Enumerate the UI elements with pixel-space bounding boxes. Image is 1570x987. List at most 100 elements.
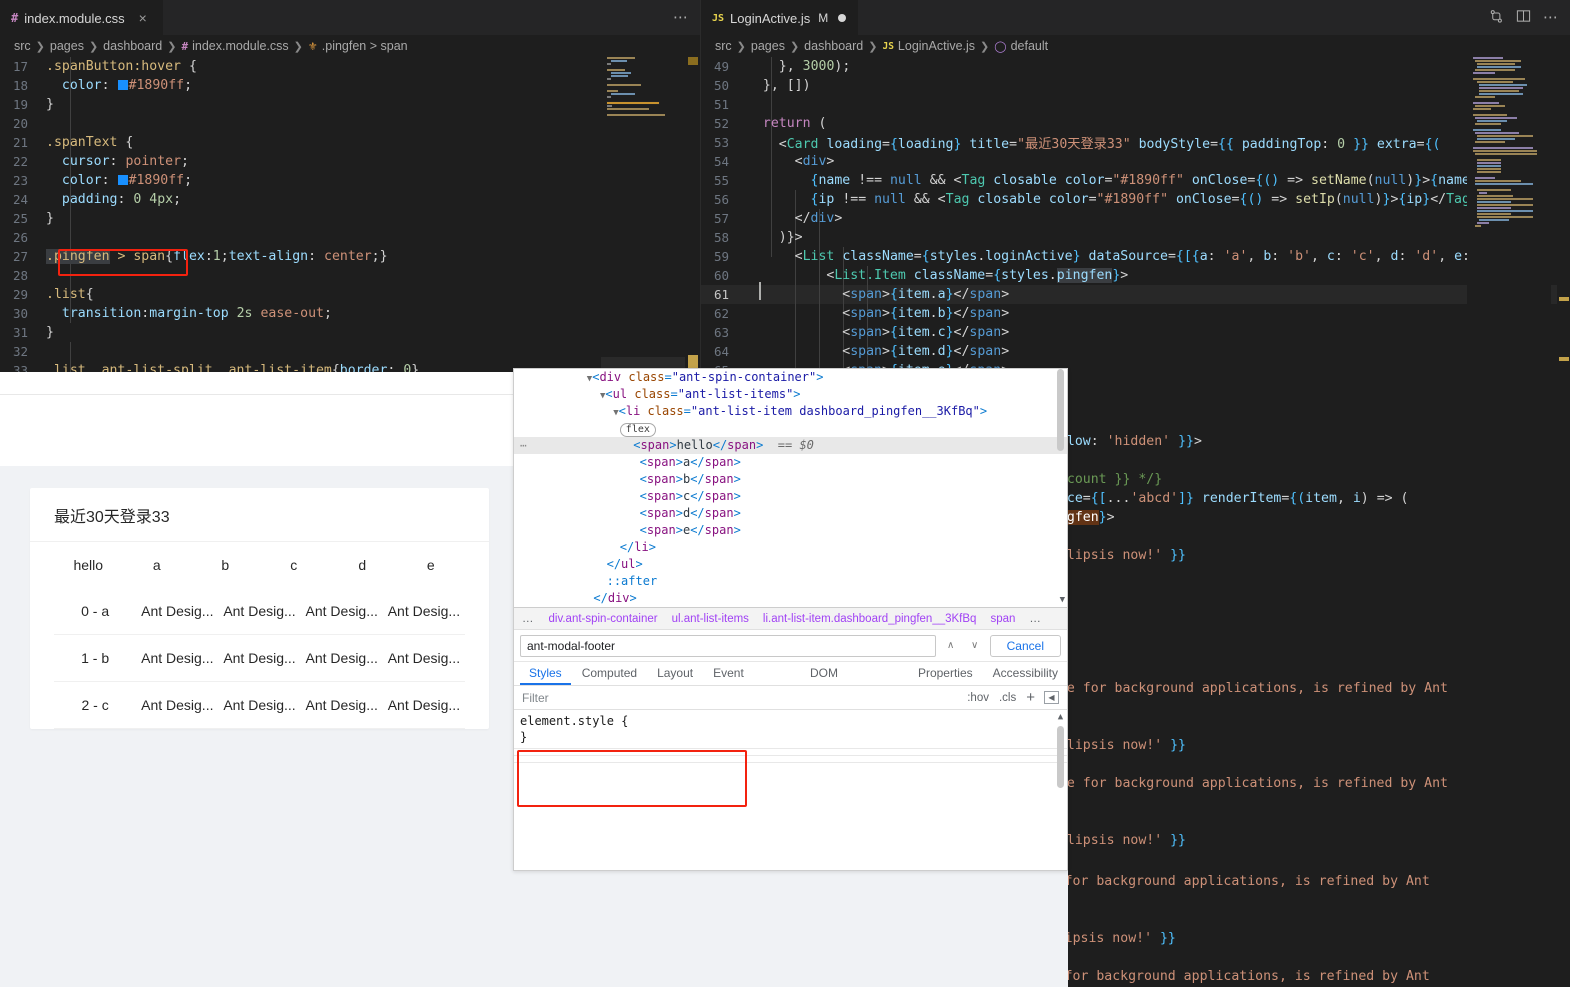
list-cell: Ant Desig... [223, 697, 296, 713]
css-declaration[interactable]: } [520, 729, 1067, 745]
force-state-button[interactable]: :hov [967, 692, 989, 704]
breadcrumb-item-src[interactable]: src [715, 39, 732, 53]
flex-badge[interactable]: flex [619, 423, 656, 437]
breadcrumb-item-dashboard[interactable]: dashboard [804, 39, 863, 53]
search-next-icon[interactable]: ∨ [966, 640, 984, 651]
code-line: 27 .pingfen > span{flex:1;text-align: cen… [0, 247, 700, 266]
code-lines-left: 17 .spanButton:hover {18 color: #1890ff; 1… [0, 57, 700, 380]
devtools-tab-computed[interactable]: Computed [573, 661, 646, 685]
code-line: 17 .spanButton:hover { [0, 57, 700, 76]
css-rule[interactable]: element.style {} [514, 710, 1067, 749]
code-text: <span>{item.a}</span> [842, 287, 1010, 302]
devtools-tab-accessibility[interactable]: Accessibility [984, 661, 1067, 685]
breadcrumb-item-symbol[interactable]: ◯ default [994, 39, 1048, 53]
toggle-computed-sidebar-icon[interactable]: ◀ [1044, 691, 1059, 704]
ant-card: 最近30天登录33 hello a b c d e 0 - a Ant Desig... Ant… [30, 488, 489, 729]
dom-tree-view[interactable]: ▼<div class="ant-spin-container"> ▼<ul cl… [514, 369, 1067, 607]
close-icon[interactable]: × [135, 11, 151, 25]
chevron-up-icon[interactable]: ▲ [1055, 712, 1066, 722]
split-editor-icon[interactable] [1489, 9, 1504, 27]
devtools-tab-event-listeners[interactable]: Event Listeners [704, 661, 799, 704]
css-declaration[interactable]: element.style { [520, 713, 1067, 729]
devtools-tab-styles[interactable]: Styles [520, 661, 571, 685]
dom-node-text: </div> [593, 591, 637, 605]
line-number: 26 [12, 230, 28, 245]
code-text: ellipsis now!' }} [1051, 548, 1186, 563]
line-number: 60 [713, 268, 729, 283]
search-cancel-button[interactable]: Cancel [989, 634, 1061, 657]
css-rule[interactable]: </span><div class="rl" data-name="css-de… [514, 756, 1067, 763]
search-prev-icon[interactable]: ∧ [942, 640, 960, 651]
list-cell: Ant Desig... [141, 603, 214, 619]
dom-node-row[interactable]: ⋯ <span>hello</span> == $0 [514, 437, 1067, 454]
breadcrumb-item-file[interactable]: # index.module.css [181, 39, 288, 53]
chevron-right-icon: ❯ [980, 40, 990, 53]
tab-index-module-css[interactable]: # index.module.css × [0, 0, 163, 35]
devtools-tab-layout[interactable]: Layout [648, 661, 702, 685]
devtools-tab-dom-breakpoints[interactable]: DOM Breakpoints [801, 661, 907, 704]
dom-node-row[interactable]: ▼<ul class="ant-list-items"> [514, 386, 1067, 403]
node-menu-icon[interactable]: ⋯ [520, 439, 528, 452]
editor-layout-icon[interactable] [1516, 9, 1531, 26]
breadcrumb-node-span[interactable]: span [990, 613, 1015, 625]
line-number: 56 [713, 192, 729, 207]
dom-node-row[interactable]: <span>c</span> [514, 488, 1067, 505]
more-actions-icon[interactable]: ⋯ [1543, 10, 1558, 25]
dom-node-row[interactable]: ▼<li class="ant-list-item dashboard_ping… [514, 403, 1067, 420]
dom-node-row[interactable]: </div> [514, 590, 1067, 607]
minimap-right[interactable] [1467, 57, 1551, 987]
more-actions-icon[interactable]: ⋯ [673, 10, 688, 25]
code-line: 18 color: #1890ff; [0, 76, 700, 95]
editor-actions-right: ⋯ [1489, 0, 1570, 35]
dom-node-row[interactable]: flex [514, 420, 1067, 437]
list-cell: Ant Desig... [305, 650, 378, 666]
chevron-down-icon[interactable]: ▼ [1060, 595, 1065, 605]
dom-search-bar: ∧ ∨ Cancel [514, 629, 1067, 661]
dom-node-row[interactable]: </li> [514, 539, 1067, 556]
breadcrumb-node-li[interactable]: li.ant-list-item.dashboard_pingfen__3KfB… [763, 613, 977, 625]
breadcrumb-node-ul[interactable]: ul.ant-list-items [672, 613, 749, 625]
dom-node-text: <span>hello</span> == $0 [633, 438, 814, 452]
dom-node-row[interactable]: </ul> [514, 556, 1067, 573]
css-rule[interactable]: </span><div class="rl" data-name="css-de… [514, 749, 1067, 756]
code-line: 21 .spanText { [0, 133, 700, 152]
breadcrumb-item-pages[interactable]: pages [50, 39, 84, 53]
breadcrumb-item-pages[interactable]: pages [751, 39, 785, 53]
styles-filter-input[interactable]: Filter [522, 691, 957, 705]
devtools-tab-properties[interactable]: Properties [909, 661, 982, 685]
new-style-rule-button[interactable]: + [1026, 689, 1035, 706]
breadcrumb-item-dashboard[interactable]: dashboard [103, 39, 162, 53]
tab-bar-filler [162, 0, 673, 35]
element-classes-button[interactable]: .cls [999, 692, 1016, 704]
line-number: 19 [12, 97, 28, 112]
styles-pane[interactable]: element.style {}</span><div class="rl" d… [514, 710, 1067, 870]
dom-node-row[interactable]: ▼<div class="ant-spin-container"> [514, 369, 1067, 386]
list-cell: Ant Desig... [305, 603, 378, 619]
dom-tree-scrollbar[interactable] [1055, 369, 1066, 607]
breadcrumb-node-div[interactable]: div.ant-spin-container [549, 613, 658, 625]
breadcrumb-item-src[interactable]: src [14, 39, 31, 53]
code-line: 24 padding: 0 4px; [0, 190, 700, 209]
overview-ruler-right[interactable] [1557, 57, 1570, 987]
dom-node-row[interactable]: <span>d</span> [514, 505, 1067, 522]
code-line: 50 }, []) [701, 76, 1570, 95]
styles-scrollbar[interactable]: ▲ [1055, 712, 1066, 852]
code-line: ellipsis now!' }} [1051, 546, 1186, 565]
breadcrumb-file-label: LoginActive.js [897, 39, 976, 53]
breadcrumb-item-file[interactable]: JS LoginActive.js [882, 39, 975, 53]
dirty-dot-icon[interactable] [838, 14, 847, 22]
breadcrumb-symbol-label: .pingfen > span [321, 39, 408, 53]
dom-node-row[interactable]: <span>e</span> [514, 522, 1067, 539]
dom-search-input[interactable] [520, 634, 936, 657]
breadcrumb-item-symbol[interactable]: ⚜ .pingfen > span [308, 39, 408, 53]
dom-node-row[interactable]: <span>a</span> [514, 454, 1067, 471]
breadcrumb-overflow-left[interactable]: … [522, 613, 535, 625]
modified-flag: M [818, 11, 829, 25]
line-number: 18 [12, 78, 28, 93]
symbol-object-icon: ◯ [994, 40, 1007, 53]
dom-node-row[interactable]: ::after [514, 573, 1067, 590]
dom-node-row[interactable]: <span>b</span> [514, 471, 1067, 488]
breadcrumb-overflow-right[interactable]: … [1029, 613, 1042, 625]
breadcrumb-file-label: index.module.css [192, 39, 289, 53]
tab-loginactive-js[interactable]: JS LoginActive.js M [701, 0, 859, 35]
